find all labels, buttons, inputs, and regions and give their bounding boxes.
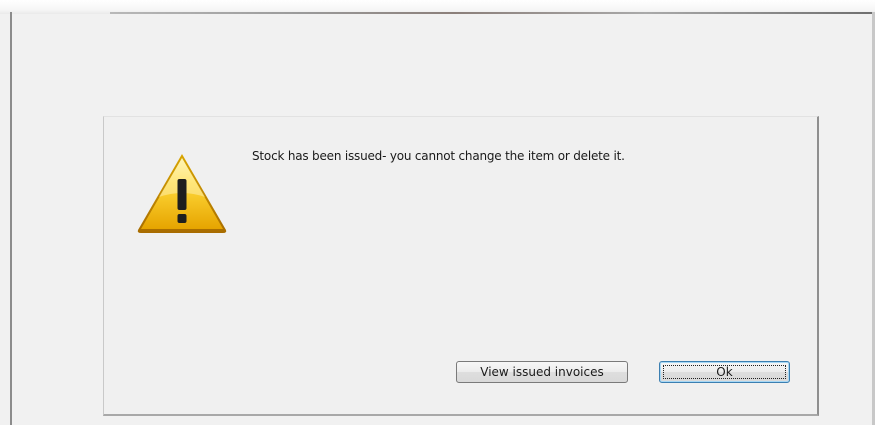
background-window: Stock has been issued- you cannot change… [0, 0, 875, 425]
warning-icon [135, 151, 229, 235]
ok-button[interactable]: Ok [659, 361, 790, 383]
window-left-edge [10, 12, 12, 425]
dialog-message: Stock has been issued- you cannot change… [252, 149, 625, 163]
window-top-edge [110, 12, 875, 14]
stock-issued-dialog: Stock has been issued- you cannot change… [103, 116, 819, 416]
ok-button-label: Ok [716, 365, 733, 379]
view-issued-invoices-button[interactable]: View issued invoices [456, 361, 628, 383]
